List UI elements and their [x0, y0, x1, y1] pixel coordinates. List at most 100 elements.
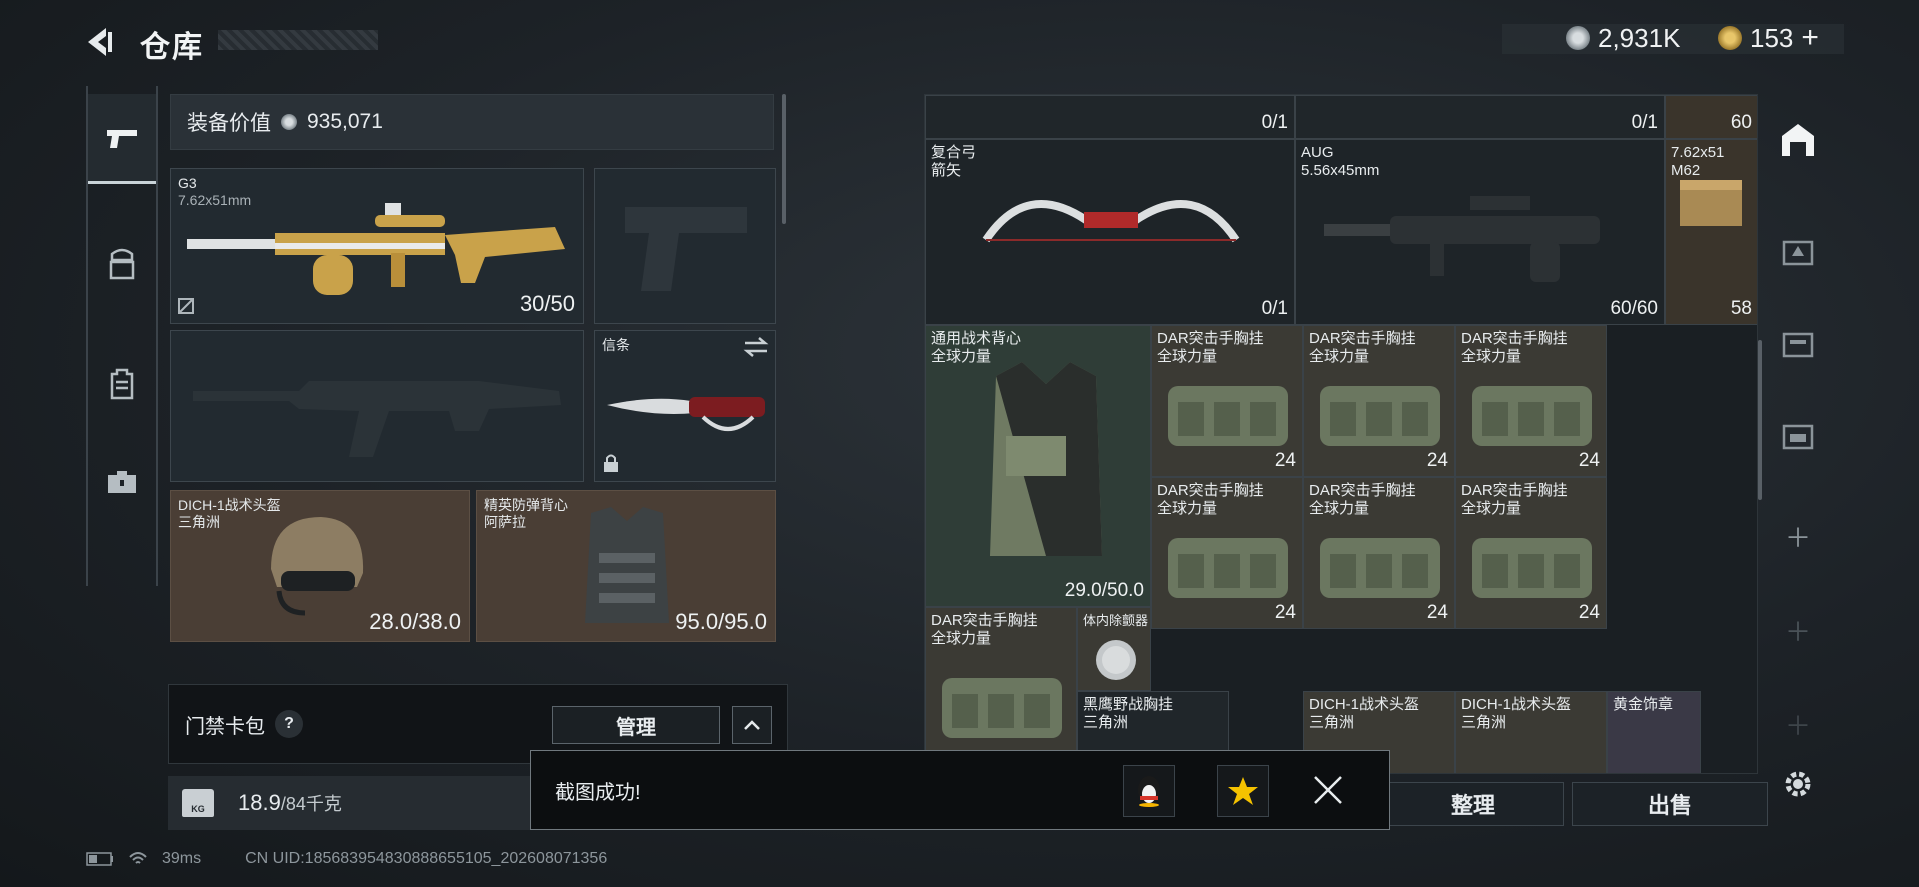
- nav-item-armor[interactable]: [88, 218, 156, 308]
- item-count: 24: [1426, 602, 1448, 623]
- storage-item-dar-1[interactable]: DAR突击手胸挂 全球力量 24: [1151, 325, 1303, 477]
- dar-chest-rig-image: [1472, 538, 1592, 598]
- share-qq-button[interactable]: [1123, 765, 1175, 817]
- compound-bow-image: [982, 200, 1240, 243]
- storage-item-dar-3[interactable]: DAR突击手胸挂 全球力量 24: [1455, 325, 1607, 477]
- item-name: DAR突击手胸挂: [1157, 482, 1264, 499]
- item-sub: 全球力量: [1461, 348, 1522, 365]
- storage-item-dar-2[interactable]: DAR突击手胸挂 全球力量 24: [1303, 325, 1455, 477]
- slot-primary-name: G3: [178, 175, 197, 191]
- nav-item-toolbox[interactable]: [88, 436, 156, 526]
- storage-item-dar-4[interactable]: DAR突击手胸挂 全球力量 24: [1151, 477, 1303, 629]
- slot-body-armor[interactable]: 精英防弹背心 阿萨拉 95.0/95.0: [476, 490, 776, 642]
- toolbox-icon: [108, 471, 136, 493]
- item-count: 24: [1578, 450, 1600, 471]
- storage-item-dar-5[interactable]: DAR突击手胸挂 全球力量 24: [1303, 477, 1455, 629]
- slot-secondary-empty[interactable]: [170, 330, 584, 482]
- item-sub: 全球力量: [1309, 348, 1370, 365]
- settings-button[interactable]: [1772, 758, 1824, 810]
- item-sub: 全球力量: [1309, 500, 1370, 517]
- item-name: DICH-1战术头盔: [1309, 696, 1420, 713]
- storage-item-aug[interactable]: AUG 5.56x45mm 60/60: [1295, 139, 1665, 325]
- loadout-value-label: 装备价值: [187, 112, 271, 135]
- item-sub: 全球力量: [1157, 348, 1218, 365]
- storage-item-dich1-helmet-2[interactable]: DICH-1战术头盔 三角洲: [1455, 691, 1607, 773]
- item-count: 24: [1426, 450, 1448, 471]
- tab-storage-5[interactable]: [1772, 408, 1824, 460]
- tactical-vest-image: [990, 362, 1102, 556]
- currency-premium-value: 153: [1750, 22, 1794, 53]
- category-nav: [86, 86, 158, 586]
- swap-icon[interactable]: [743, 337, 769, 357]
- item-name: DAR突击手胸挂: [1157, 330, 1264, 347]
- warehouse-icon: [1782, 124, 1814, 156]
- share-qzone-button[interactable]: [1217, 765, 1269, 817]
- wifi-icon: [129, 852, 147, 864]
- storage-tabs: ＋ ＋ ＋: [1762, 94, 1834, 797]
- slot-helmet[interactable]: DICH-1战术头盔 三角洲 28.0/38.0: [170, 490, 470, 642]
- storage-grid[interactable]: 0/1 0/1 60 复合弓 箭矢 0/1 AUG 5.56x45mm 60/60 …: [924, 94, 1758, 774]
- back-button[interactable]: [82, 24, 118, 60]
- manage-button[interactable]: 管理: [552, 706, 720, 744]
- weight-kg-icon: KG: [182, 789, 214, 817]
- nav-item-weapons[interactable]: [88, 94, 156, 184]
- slot-pistol-empty[interactable]: [594, 168, 776, 324]
- storage-top-count-1: 0/1: [1261, 112, 1288, 133]
- sell-button[interactable]: 出售: [1572, 782, 1768, 826]
- close-toast-button[interactable]: [1311, 773, 1345, 813]
- dar-chest-rig-image: [1168, 538, 1288, 598]
- slot-primary-weapon[interactable]: G3 7.62x51mm 30/50: [170, 168, 584, 324]
- item-name: 黑鹰野战胸挂: [1083, 696, 1174, 713]
- dar-chest-rig-image: [1472, 386, 1592, 446]
- ammo-box-image: [1680, 180, 1742, 226]
- elite-vest-image: [585, 507, 669, 623]
- item-name: DAR突击手胸挂: [1309, 482, 1416, 499]
- back-arrow-icon: [88, 28, 112, 56]
- lock-icon: [604, 454, 618, 472]
- gold-coin-icon: [1718, 26, 1742, 50]
- storage-cell-top-3[interactable]: 60: [1665, 95, 1757, 139]
- tab-storage-3[interactable]: [1772, 224, 1824, 276]
- storage-item-ammo[interactable]: 7.62x51 M62 58: [1665, 139, 1757, 325]
- slot-melee[interactable]: 信条: [594, 330, 776, 482]
- expand-button[interactable]: [732, 706, 772, 744]
- keycard-label: 门禁卡包: [185, 715, 265, 738]
- backpack-icon: [110, 368, 134, 400]
- item-sub: 三角洲: [1083, 714, 1129, 731]
- storage-expansion-icon: [1782, 240, 1814, 266]
- currency-coin-value: 2,931K: [1598, 22, 1681, 53]
- sort-button[interactable]: 整理: [1382, 782, 1564, 826]
- nav-item-backpack[interactable]: [88, 338, 156, 428]
- storage-expansion-icon: [1782, 424, 1814, 450]
- item-name: DAR突击手胸挂: [1461, 330, 1568, 347]
- storage-item-defibrillator[interactable]: 体内除颤器: [1077, 607, 1151, 691]
- loadout-value-bar: 装备价值 935,071: [170, 94, 774, 150]
- item-count: 58: [1730, 298, 1752, 319]
- storage-item-dar-6[interactable]: DAR突击手胸挂 全球力量 24: [1455, 477, 1607, 629]
- add-tab-icon[interactable]: ＋: [1772, 510, 1824, 562]
- storage-cell-top-1[interactable]: 0/1: [925, 95, 1295, 139]
- add-currency-icon[interactable]: +: [1801, 21, 1819, 55]
- star-icon: [1228, 777, 1258, 805]
- add-tab-icon-disabled: ＋: [1784, 616, 1811, 647]
- loadout-scrollbar[interactable]: [782, 94, 786, 224]
- uid-text: CN UID:185683954830888655105_20260807135…: [245, 850, 608, 867]
- item-name: DAR突击手胸挂: [1309, 330, 1416, 347]
- tab-storage-main[interactable]: [1772, 114, 1824, 166]
- storage-item-tactical-vest[interactable]: 通用战术背心 全球力量 29.0/50.0: [925, 325, 1151, 607]
- page-title: 仓库: [140, 31, 204, 64]
- item-sub: 三角洲: [1461, 714, 1507, 731]
- storage-item-gold-badge[interactable]: 黄金饰章: [1607, 691, 1701, 773]
- rifle-placeholder-icon: [193, 381, 561, 457]
- item-name: DICH-1战术头盔: [1461, 696, 1572, 713]
- currency-premium[interactable]: 153 +: [1718, 21, 1819, 55]
- storage-item-dar-7[interactable]: DAR突击手胸挂 全球力量: [925, 607, 1077, 773]
- storage-item-compound-bow[interactable]: 复合弓 箭矢 0/1: [925, 139, 1295, 325]
- pistol-placeholder-icon: [625, 207, 747, 291]
- item-name: 体内除颤器: [1083, 613, 1149, 628]
- tab-storage-4[interactable]: [1772, 316, 1824, 368]
- help-button[interactable]: ?: [275, 710, 303, 738]
- screenshot-toast: 截图成功!: [530, 750, 1390, 830]
- storage-cell-top-2[interactable]: 0/1: [1295, 95, 1665, 139]
- pistol-icon: [107, 129, 137, 148]
